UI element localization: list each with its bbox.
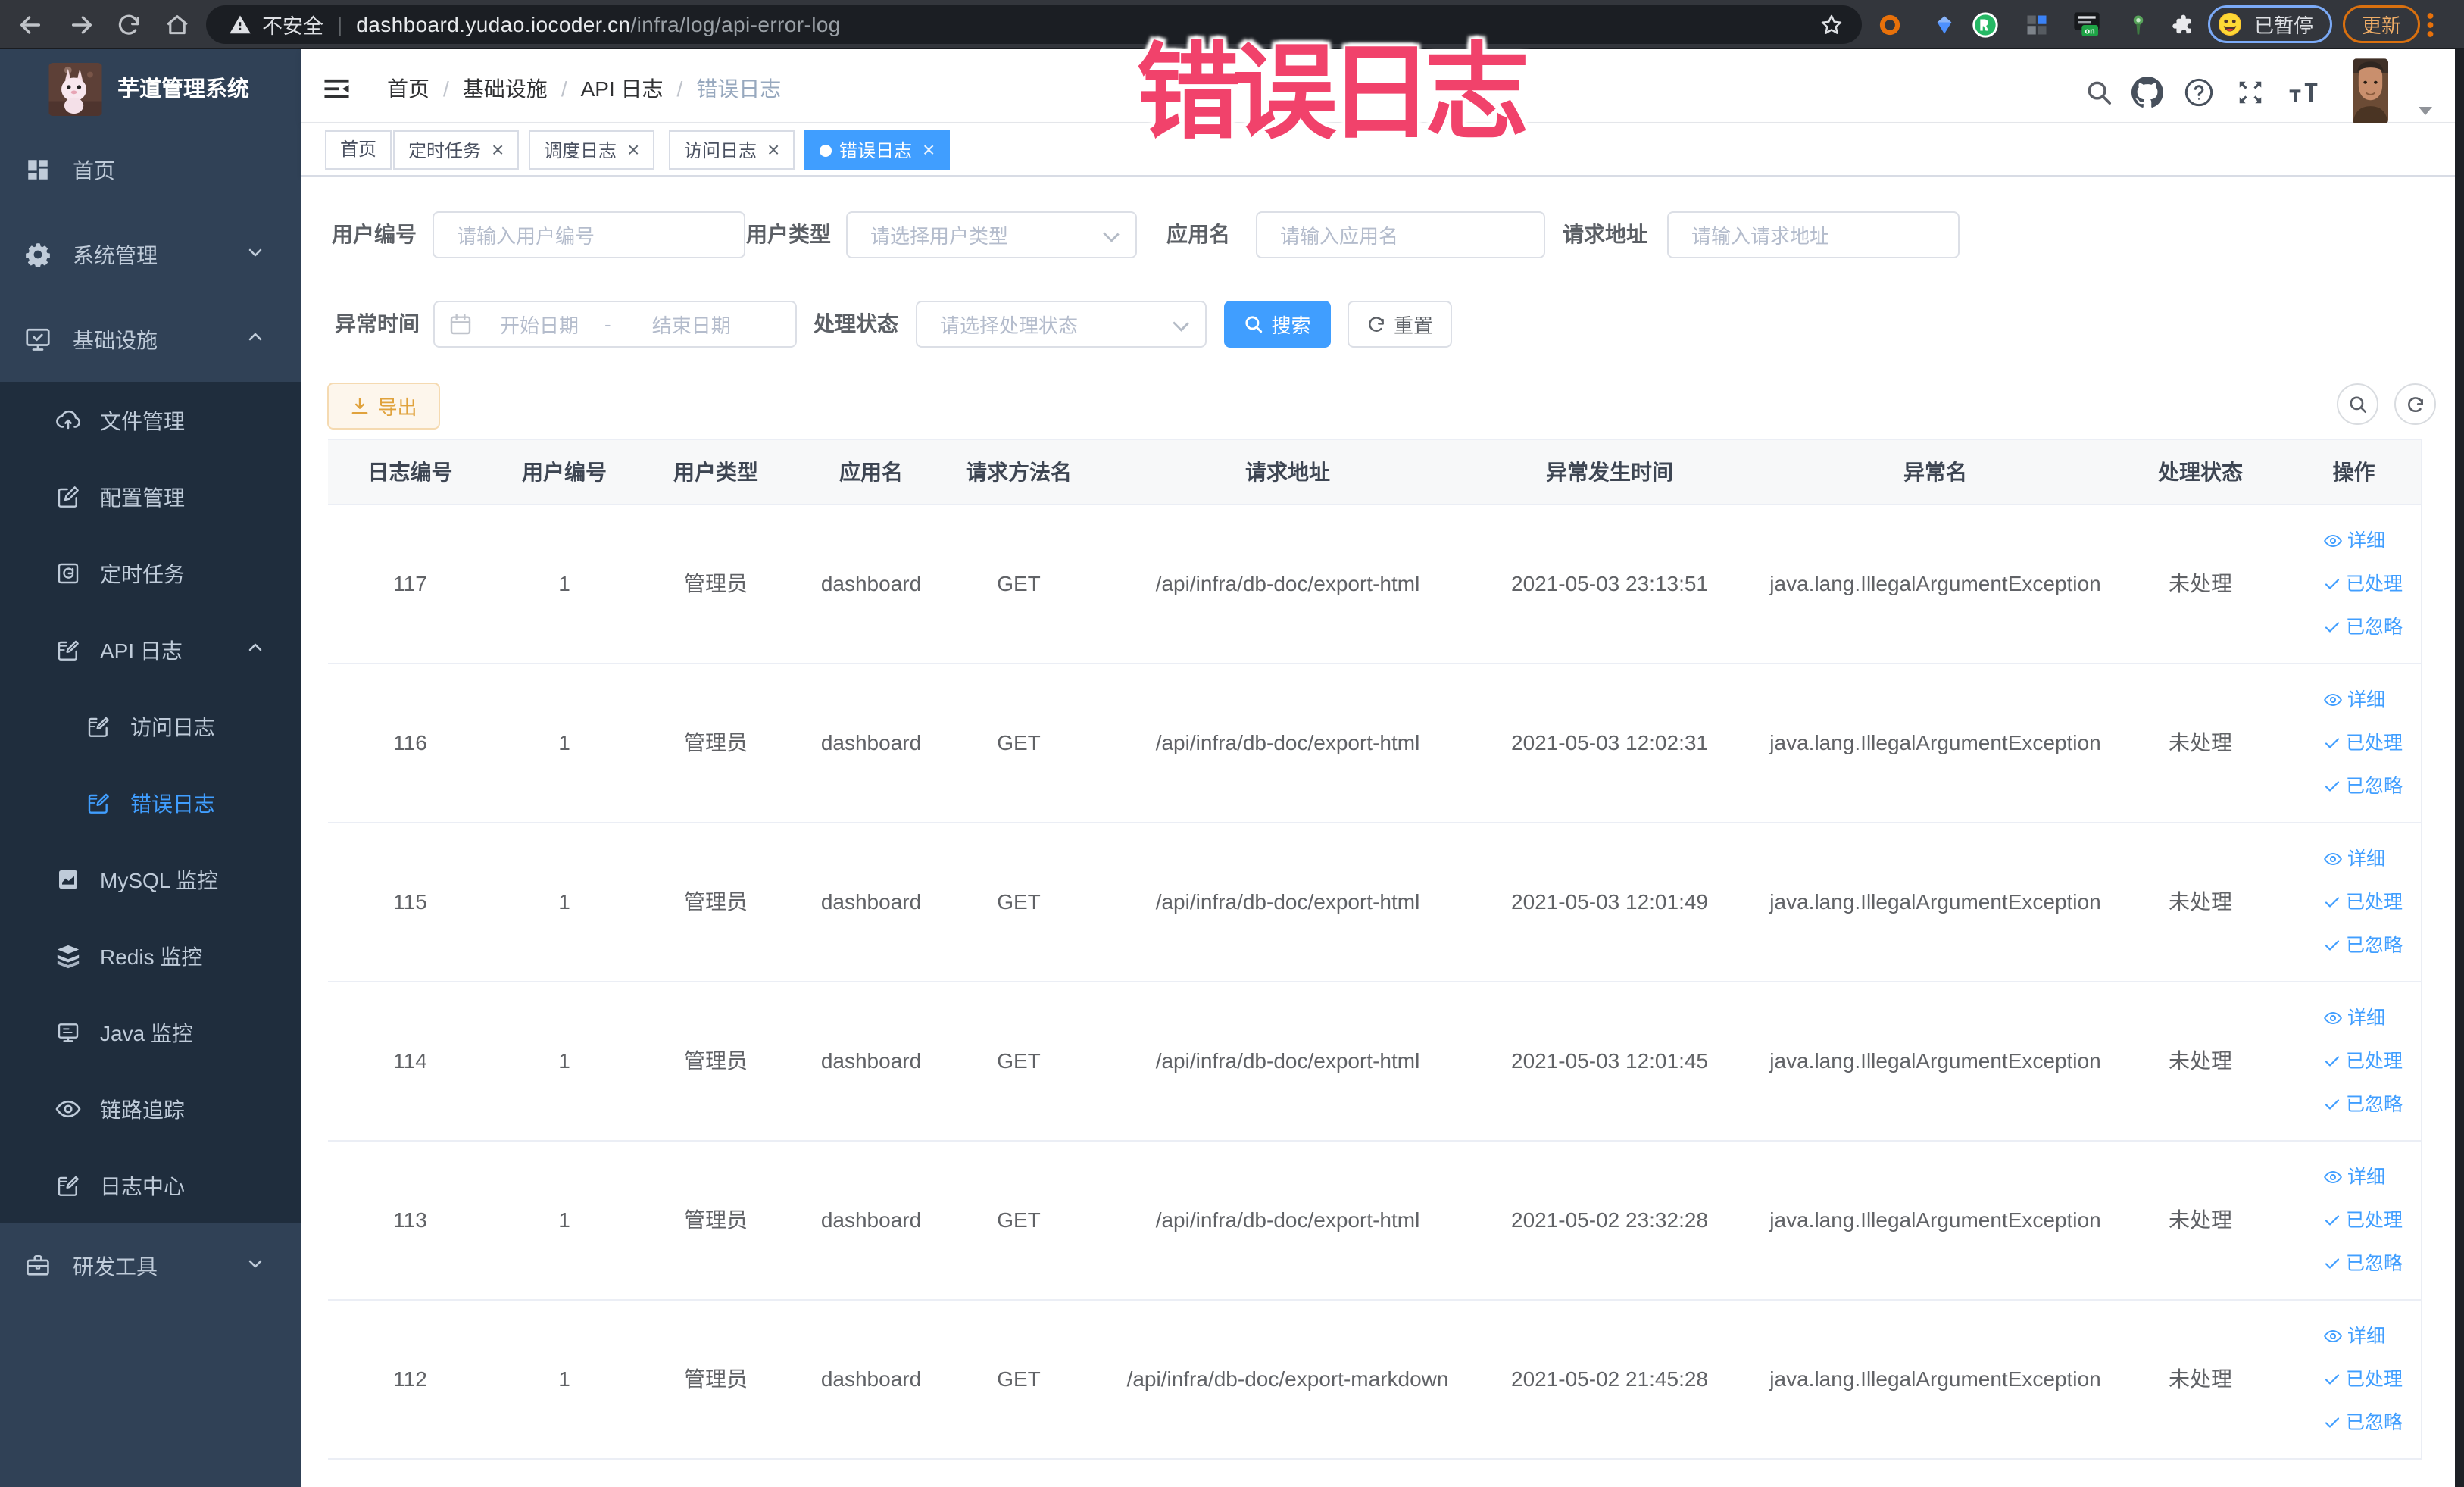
svg-text:on: on [2085, 27, 2095, 36]
